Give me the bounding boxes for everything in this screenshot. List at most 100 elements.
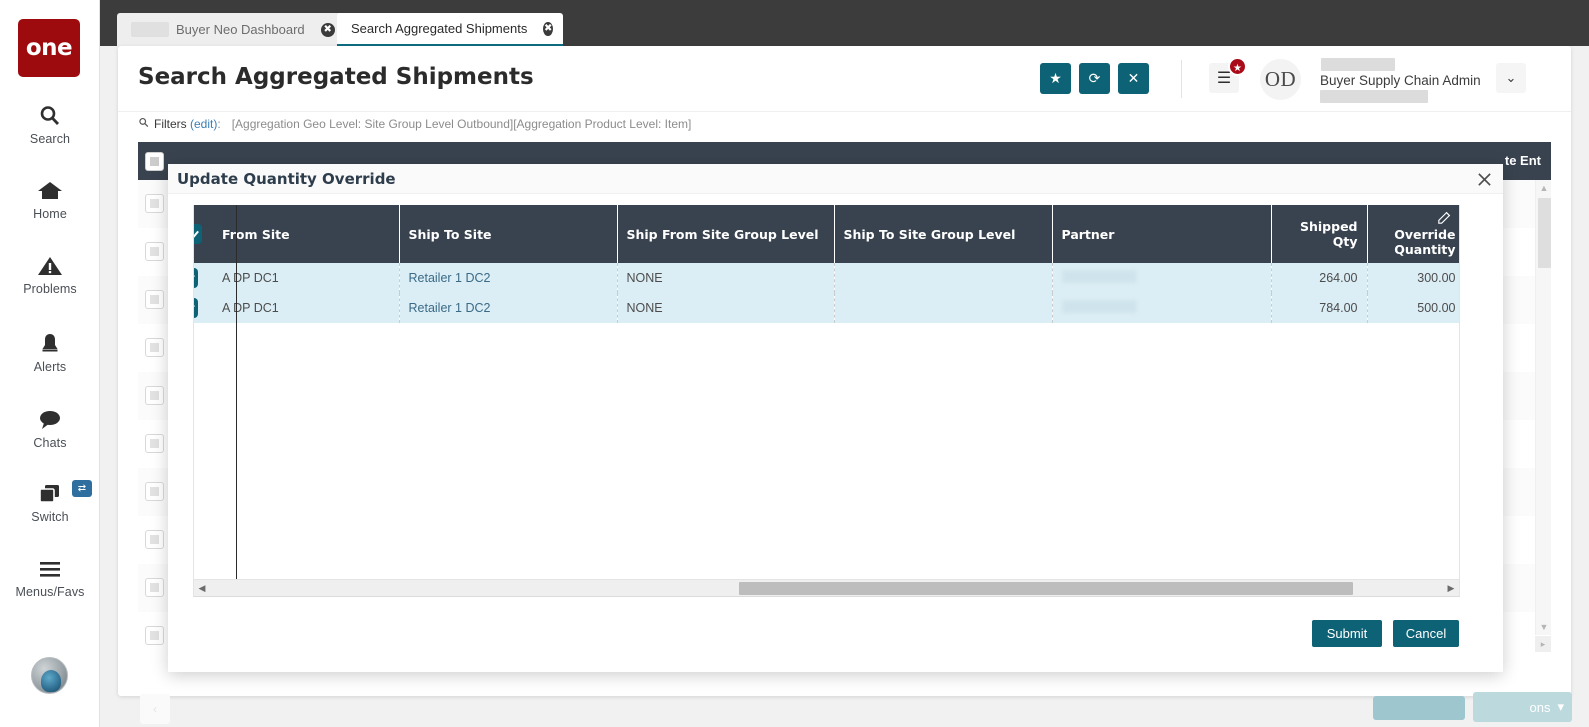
column-header-label: Partner xyxy=(1061,226,1115,242)
sidebar-item-label: Search xyxy=(29,132,71,146)
row-select-checkbox[interactable] xyxy=(145,242,164,261)
override-grid-viewport: From Site Ship To Site Ship From Site Grou… xyxy=(193,205,1460,580)
user-info-block: Buyer Supply Chain Admin xyxy=(1314,57,1514,103)
sidebar-item-label: Home xyxy=(33,207,67,221)
favorite-button[interactable]: ★ xyxy=(1040,63,1071,94)
scroll-left-icon[interactable]: ◀ xyxy=(194,580,210,597)
table-row[interactable]: A DP DC1 Retailer 1 DC2 NONE 264.00 300.00 xyxy=(194,263,1459,293)
tab-search-aggregated-shipments[interactable]: Search Aggregated Shipments ✖ xyxy=(337,13,563,47)
scroll-right-icon[interactable]: ▶ xyxy=(1443,580,1459,597)
column-header-ship_to_sgl[interactable]: Ship To Site Group Level xyxy=(834,205,1053,263)
cell-from_site: A DP DC1 xyxy=(213,293,400,323)
sidebar-item-chats[interactable]: Chats xyxy=(0,404,100,450)
row-select-checkbox[interactable] xyxy=(194,268,198,288)
cell-shipped_qty: 264.00 xyxy=(1271,263,1368,293)
home-icon xyxy=(0,175,100,205)
filters-applied-values: [Aggregation Geo Level: Site Group Level… xyxy=(231,117,692,131)
column-header-ship_from_sgl[interactable]: Ship From Site Group Level xyxy=(617,205,835,263)
override-grid-head: From Site Ship To Site Ship From Site Grou… xyxy=(194,205,1459,263)
star-icon: ★ xyxy=(1049,70,1062,86)
column-header-ship_to_site[interactable]: Ship To Site xyxy=(399,205,618,263)
sidebar-item-search[interactable]: Search xyxy=(0,100,100,146)
sidebar-item-alerts[interactable]: Alerts xyxy=(0,328,100,374)
user-name-redacted xyxy=(1321,58,1395,71)
search-icon xyxy=(138,117,149,131)
switch-badge-icon[interactable]: ⇄ xyxy=(72,480,92,497)
cell-ship_to_site: Retailer 1 DC2 xyxy=(399,263,618,293)
dialog-close-button[interactable] xyxy=(1473,168,1495,190)
scrollbar-thumb[interactable] xyxy=(1538,198,1551,268)
app-logo-text: one xyxy=(25,35,73,61)
cell-override_qty[interactable]: 500.00 xyxy=(1367,293,1459,323)
column-header-label: Ship From Site Group Level xyxy=(626,226,819,242)
submit-button[interactable]: Submit xyxy=(1312,620,1382,647)
column-header-from_site[interactable]: From Site xyxy=(213,205,400,263)
override-grid-horizontal-scrollbar[interactable]: ◀ ▶ xyxy=(193,580,1460,597)
background-primary-action-button[interactable] xyxy=(1373,696,1465,720)
column-header-override_qty[interactable]: Override Quantity xyxy=(1367,205,1459,263)
tab-buyer-neo-dashboard[interactable]: Buyer Neo Dashboard ✖ xyxy=(117,13,347,46)
row-select-checkbox[interactable] xyxy=(145,338,164,357)
sidebar-item-switch[interactable]: ⇄ Switch xyxy=(0,478,100,524)
select-all-checkbox[interactable] xyxy=(194,224,202,244)
cell-ship_to_site: Retailer 1 DC2 xyxy=(399,293,618,323)
tab-label: Buyer Neo Dashboard xyxy=(176,22,305,37)
avatar-initials: OD xyxy=(1264,67,1297,91)
row-select-cell xyxy=(194,293,213,323)
refresh-button[interactable]: ⟳ xyxy=(1079,63,1110,94)
page-title: Search Aggregated Shipments xyxy=(138,64,534,90)
row-select-checkbox[interactable] xyxy=(145,194,164,213)
cell-ship_from_sgl: NONE xyxy=(617,263,835,293)
select-all-checkbox[interactable] xyxy=(145,152,164,171)
avatar[interactable]: OD xyxy=(1260,59,1301,100)
row-select-checkbox[interactable] xyxy=(145,386,164,405)
cell-override_qty[interactable]: 300.00 xyxy=(1367,263,1459,293)
sidebar-item-label: Switch xyxy=(31,510,69,524)
sidebar-item-menus-favs[interactable]: Menus/Favs xyxy=(0,553,100,599)
filters-edit-link[interactable]: (edit) xyxy=(190,117,217,131)
support-agent-avatar[interactable] xyxy=(31,657,68,694)
chevron-left-icon: ‹ xyxy=(153,702,157,716)
user-menu-button[interactable]: ⌄ xyxy=(1496,63,1526,93)
sidebar-item-label: Alerts xyxy=(33,360,67,374)
background-grid-vertical-scrollbar[interactable]: ▲ ▼ xyxy=(1535,180,1551,635)
column-header-partner[interactable]: Partner xyxy=(1052,205,1272,263)
close-page-button[interactable]: ✕ xyxy=(1118,63,1149,94)
column-header-shipped_qty[interactable]: Shipped Qty xyxy=(1271,205,1368,263)
table-row[interactable]: A DP DC1 Retailer 1 DC2 NONE 784.00 500.00 xyxy=(194,293,1459,323)
row-select-checkbox[interactable] xyxy=(145,290,164,309)
row-select-checkbox[interactable] xyxy=(145,482,164,501)
column-header-label: Ship To Site xyxy=(408,226,492,242)
tab-close-icon[interactable]: ✖ xyxy=(320,22,335,37)
chevron-down-icon: ⌄ xyxy=(1505,70,1517,85)
frozen-column-separator xyxy=(236,205,237,579)
left-nav-rail: one Search Home Problems Alerts Chats ⇄ … xyxy=(0,0,100,727)
scroll-right-icon[interactable]: ▸ xyxy=(1535,636,1551,652)
actions-dropdown-label: ons xyxy=(1529,699,1551,715)
row-select-checkbox[interactable] xyxy=(145,530,164,549)
sidebar-item-problems[interactable]: Problems xyxy=(0,250,100,296)
row-select-checkbox[interactable] xyxy=(194,298,198,318)
app-logo[interactable]: one xyxy=(18,19,80,77)
sidebar-item-home[interactable]: Home xyxy=(0,175,100,221)
row-select-checkbox[interactable] xyxy=(145,434,164,453)
column-header-label: Ship To Site Group Level xyxy=(843,226,1016,242)
page-header: Search Aggregated Shipments ★ ⟳ ✕ ☰ ★ OD… xyxy=(118,46,1571,112)
pager-previous-button[interactable]: ‹ xyxy=(140,694,170,724)
close-icon: ✕ xyxy=(1127,70,1140,86)
row-select-checkbox[interactable] xyxy=(145,626,164,645)
select-all-header-cell xyxy=(194,205,213,263)
cancel-button[interactable]: Cancel xyxy=(1393,620,1459,647)
scroll-up-icon[interactable]: ▲ xyxy=(1536,180,1551,196)
sidebar-item-label: Menus/Favs xyxy=(15,585,85,599)
create-entry-button-label[interactable]: te Ent xyxy=(1505,153,1541,168)
tab-label: Search Aggregated Shipments xyxy=(351,21,528,36)
update-quantity-override-dialog: Update Quantity Override From Site Ship T… xyxy=(168,164,1503,672)
cell-partner-redacted xyxy=(1052,293,1272,323)
scrollbar-thumb[interactable] xyxy=(739,582,1353,595)
tab-close-icon[interactable]: ✖ xyxy=(543,21,553,36)
scroll-down-icon[interactable]: ▼ xyxy=(1536,619,1551,635)
actions-dropdown-button[interactable]: ons ▾ xyxy=(1473,692,1572,722)
dialog-body: From Site Ship To Site Ship From Site Grou… xyxy=(168,194,1503,601)
row-select-checkbox[interactable] xyxy=(145,578,164,597)
